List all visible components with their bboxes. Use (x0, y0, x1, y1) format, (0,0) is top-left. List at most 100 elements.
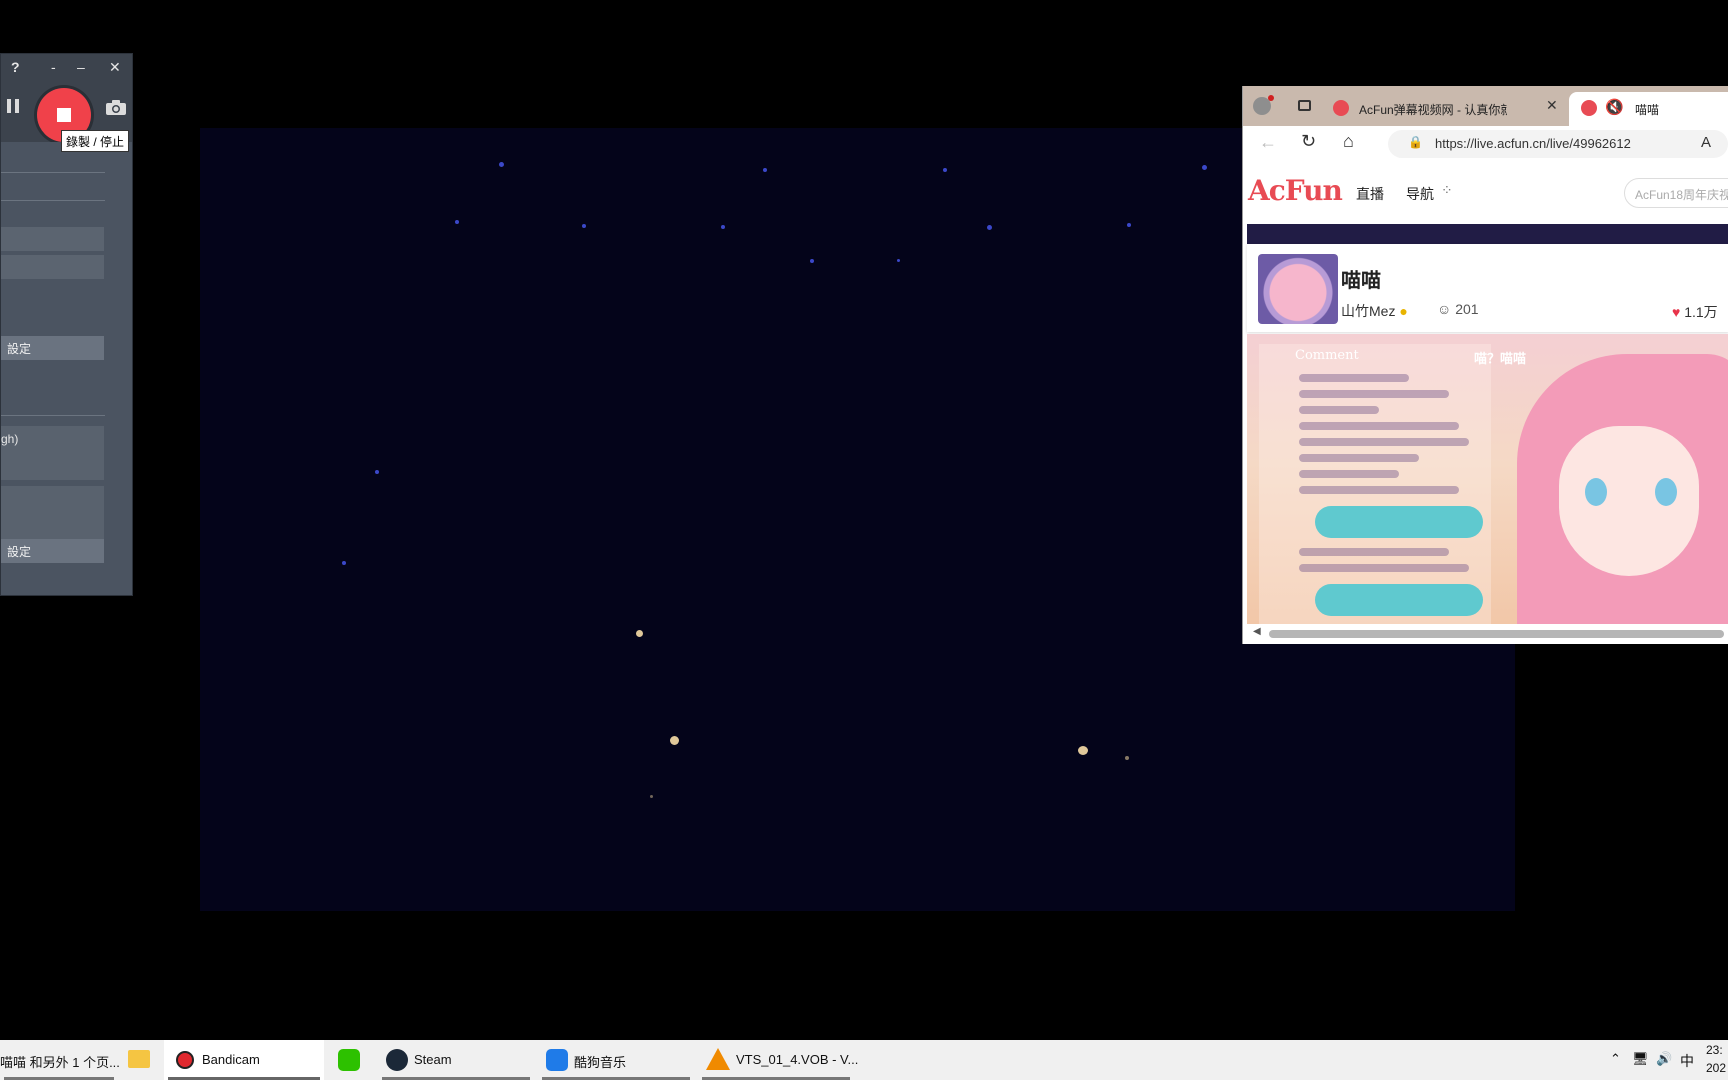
taskbar-item-wechat[interactable] (328, 1040, 374, 1080)
light-dot (670, 736, 679, 745)
vlc-icon (706, 1048, 730, 1070)
comment-line (1299, 438, 1469, 446)
scroll-left-icon[interactable]: ◀ (1253, 626, 1261, 637)
url-field[interactable]: 🔒 https://live.acfun.cn/live/49962612 (1388, 130, 1728, 158)
bandicam-settings-panel: ⌃ 設定 gh) 設定 (1, 142, 132, 595)
tray-button[interactable]: - (51, 59, 56, 75)
clock-time[interactable]: 23: (1706, 1043, 1723, 1057)
light-dot (650, 795, 653, 798)
grid-icon[interactable]: ⁘ (1441, 182, 1453, 199)
url-text: https://live.acfun.cn/live/49962612 (1435, 136, 1631, 151)
comment-line (1299, 406, 1379, 414)
like-count[interactable]: ♥ 1.1万 (1672, 302, 1718, 322)
star (375, 470, 379, 474)
nav-guide[interactable]: 导航 (1406, 184, 1434, 204)
viewer-count: ☺ 201 (1437, 301, 1479, 317)
heart-icon: ♥ (1672, 304, 1685, 320)
clock-date[interactable]: 202 (1706, 1061, 1726, 1075)
gift-notice (1315, 584, 1483, 616)
option-row[interactable] (1, 227, 104, 251)
browser-window: AcFun弹幕视频网 - 认真你就输啦 ✕ 🔇 喵喵 ← ↻ ⌂ 🔒 https… (1242, 86, 1728, 644)
divider (1, 415, 105, 416)
star (721, 225, 725, 229)
comment-line (1299, 548, 1449, 556)
taskbar: 喵喵 和另外 1 个页... Bandicam Steam 酷狗音乐 VTS_0… (0, 1040, 1728, 1080)
vtuber-face (1559, 426, 1699, 576)
acfun-favicon (1581, 100, 1597, 116)
tab-acfun-home[interactable]: AcFun弹幕视频网 - 认真你就输啦 (1333, 92, 1507, 126)
pause-icon[interactable] (7, 99, 23, 117)
lock-icon: 🔒 (1408, 135, 1423, 149)
search-input[interactable]: AcFun18周年庆视 (1624, 178, 1728, 208)
acfun-favicon (1333, 100, 1349, 116)
record-tooltip: 錄製 / 停止 (61, 130, 130, 152)
nav-live[interactable]: 直播 (1356, 184, 1384, 204)
light-dot (1125, 756, 1129, 760)
comment-line (1299, 374, 1409, 382)
tab-live-room[interactable]: 🔇 喵喵 (1569, 92, 1728, 126)
tab-close-icon[interactable]: ✕ (1546, 97, 1558, 114)
stop-icon (57, 108, 71, 122)
read-aloud-icon[interactable]: A (1701, 134, 1711, 151)
close-button[interactable]: ✕ (109, 59, 121, 76)
star (943, 168, 947, 172)
taskbar-item-browser[interactable]: 喵喵 和另外 1 个页... (0, 1040, 120, 1080)
option-row[interactable] (1, 255, 104, 279)
settings-button[interactable]: 設定 (1, 539, 104, 563)
settings-button[interactable]: 設定 (1, 336, 104, 360)
streamer-name[interactable]: 山竹Mez ● (1341, 301, 1408, 321)
taskbar-item-bandicam[interactable]: Bandicam (164, 1040, 324, 1080)
horizontal-scrollbar[interactable]: ◀ (1243, 624, 1728, 644)
comment-line (1299, 454, 1419, 462)
help-button[interactable]: ? (11, 59, 20, 75)
divider (1, 172, 105, 173)
tab-title: 喵喵 (1635, 103, 1660, 117)
badge-icon: ● (1395, 303, 1408, 319)
back-icon[interactable]: ← (1259, 132, 1277, 153)
room-title: 喵喵 (1341, 270, 1381, 292)
star (342, 561, 346, 565)
bandicam-titlebar: ? - – ✕ (1, 54, 132, 82)
network-icon[interactable]: 🖥 (1632, 1051, 1649, 1067)
show-hidden-icons[interactable]: ⌃ (1610, 1051, 1621, 1067)
comment-line (1299, 422, 1459, 430)
live-video-player[interactable]: Comment 喵？喵喵 (1247, 334, 1728, 624)
divider (1, 200, 105, 201)
scrollbar-thumb[interactable] (1269, 630, 1724, 638)
volume-icon[interactable]: 🔊 (1656, 1051, 1672, 1067)
taskbar-item-steam[interactable]: Steam (378, 1040, 534, 1080)
tab-actions-icon[interactable] (1298, 100, 1311, 111)
star (987, 225, 992, 230)
minimize-button[interactable]: – (77, 59, 85, 75)
star (455, 220, 459, 224)
refresh-icon[interactable]: ↻ (1301, 131, 1316, 152)
address-bar-row: ← ↻ ⌂ 🔒 https://live.acfun.cn/live/49962… (1243, 126, 1728, 163)
comment-line (1299, 470, 1399, 478)
home-icon[interactable]: ⌂ (1343, 131, 1354, 152)
eye (1585, 478, 1607, 506)
star (897, 259, 900, 262)
notification-dot (1268, 95, 1274, 101)
muted-speaker-icon[interactable]: 🔇 (1605, 98, 1624, 116)
comment-line (1299, 486, 1459, 494)
eye (1655, 478, 1677, 506)
star (499, 162, 504, 167)
taskbar-item-vlc[interactable]: VTS_01_4.VOB - V... (698, 1040, 858, 1080)
codec-text: gh) (1, 432, 19, 446)
codec-info: gh) (1, 426, 104, 480)
star (1202, 165, 1207, 170)
streamer-avatar[interactable] (1258, 254, 1338, 324)
banner-strip (1247, 224, 1728, 244)
star (810, 259, 814, 263)
acfun-live-page: AcFun 直播 导航 ⁘ AcFun18周年庆视 喵喵 山竹Mez ● ☺ 2… (1243, 162, 1728, 644)
taskbar-item-explorer[interactable] (122, 1040, 160, 1080)
camera-icon[interactable] (105, 100, 127, 116)
ime-indicator[interactable]: 中 (1680, 1051, 1694, 1071)
star (763, 168, 767, 172)
steam-icon (386, 1049, 408, 1071)
acfun-logo[interactable]: AcFun (1248, 174, 1343, 207)
taskbar-item-kugou[interactable]: 酷狗音乐 (538, 1040, 694, 1080)
light-dot (1078, 746, 1088, 755)
user-icon: ☺ (1437, 301, 1456, 317)
tab-bar: AcFun弹幕视频网 - 认真你就输啦 ✕ 🔇 喵喵 (1243, 86, 1728, 126)
